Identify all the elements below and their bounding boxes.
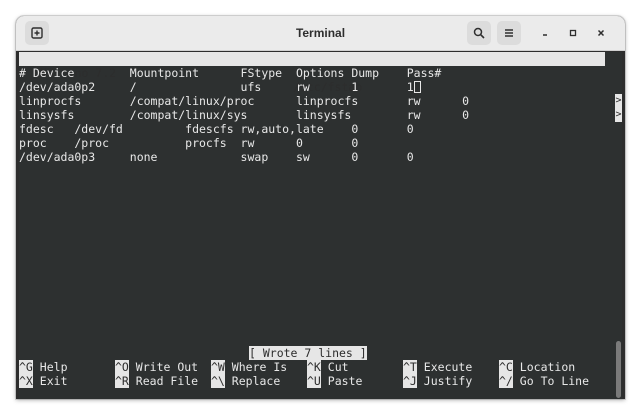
shortcut-label: Help bbox=[39, 360, 68, 374]
window-title: Terminal bbox=[295, 26, 346, 40]
shortcut-label: Where Is bbox=[231, 360, 288, 374]
shortcut-key: ^/ bbox=[499, 374, 513, 388]
shortcut-replace[interactable]: ^\ Replace bbox=[211, 374, 280, 388]
shortcut-cut[interactable]: ^K Cut bbox=[307, 360, 349, 374]
minimize-button[interactable] bbox=[535, 23, 555, 43]
search-button[interactable] bbox=[467, 21, 491, 45]
file-line-text: /dev/ada0p2 / ufs rw 1 1 bbox=[19, 80, 414, 94]
shortcut-label: Location bbox=[519, 360, 576, 374]
text-cursor bbox=[413, 81, 421, 93]
shortcut-execute[interactable]: ^T Execute bbox=[403, 360, 472, 374]
file-line: fdesc /dev/fd fdescfs rw,auto,late 0 0 bbox=[19, 122, 414, 136]
file-line: proc /proc procfs rw 0 0 bbox=[19, 136, 359, 150]
shortcut-label: Execute bbox=[423, 360, 473, 374]
shortcut-key: ^C bbox=[499, 360, 513, 374]
shortcut-key: ^O bbox=[115, 360, 129, 374]
shortcut-location[interactable]: ^C Location bbox=[499, 360, 575, 374]
shortcut-exit[interactable]: ^X Exit bbox=[19, 374, 68, 388]
headerbar: Terminal bbox=[16, 16, 625, 51]
terminal-area[interactable]: GNU nano 7.2 /etc/fstab # Device Mountpo… bbox=[19, 52, 622, 399]
new-tab-button[interactable] bbox=[25, 21, 49, 45]
shortcut-key: ^J bbox=[403, 374, 417, 388]
shortcut-justify[interactable]: ^J Justify bbox=[403, 374, 472, 388]
minimize-icon bbox=[543, 34, 547, 36]
nano-title-bar: GNU nano 7.2 /etc/fstab bbox=[19, 52, 605, 94]
search-icon bbox=[473, 27, 485, 39]
shortcut-go-to-line[interactable]: ^/ Go To Line bbox=[499, 374, 589, 388]
line-continues-marker: > bbox=[615, 94, 622, 108]
shortcut-key: ^\ bbox=[211, 374, 225, 388]
file-line: # Device Mountpoint FStype Options Dump … bbox=[19, 66, 442, 80]
hamburger-menu-icon bbox=[505, 29, 513, 37]
new-tab-icon bbox=[31, 27, 43, 39]
shortcut-help[interactable]: ^G Help bbox=[19, 360, 68, 374]
shortcut-key: ^W bbox=[211, 360, 225, 374]
shortcut-write-out[interactable]: ^O Write Out bbox=[115, 360, 198, 374]
close-button[interactable] bbox=[591, 23, 611, 43]
shortcut-label: Write Out bbox=[135, 360, 199, 374]
shortcut-label: Read File bbox=[135, 374, 199, 388]
file-line: linsysfs /compat/linux/sys linsysfs rw 0 bbox=[19, 108, 470, 122]
file-line: linprocfs /compat/linux/proc linprocfs r… bbox=[19, 94, 470, 108]
shortcut-label: Cut bbox=[327, 360, 349, 374]
line-continues-marker: > bbox=[615, 108, 622, 122]
status-message: [ Wrote 7 lines ] bbox=[249, 346, 367, 360]
shortcut-key: ^G bbox=[19, 360, 33, 374]
shortcut-label: Go To Line bbox=[519, 374, 590, 388]
file-line: /dev/ada0p2 / ufs rw 1 1 bbox=[19, 80, 421, 94]
shortcut-label: Paste bbox=[327, 374, 363, 388]
shortcut-label: Justify bbox=[423, 374, 473, 388]
shortcut-label: Exit bbox=[39, 374, 68, 388]
close-icon bbox=[597, 29, 605, 37]
shortcut-key: ^T bbox=[403, 360, 417, 374]
shortcut-key: ^R bbox=[115, 374, 129, 388]
maximize-icon bbox=[569, 29, 577, 37]
maximize-button[interactable] bbox=[563, 23, 583, 43]
shortcut-read-file[interactable]: ^R Read File bbox=[115, 374, 198, 388]
shortcut-paste[interactable]: ^U Paste bbox=[307, 374, 362, 388]
file-line: /dev/ada0p3 none swap sw 0 0 bbox=[19, 150, 414, 164]
menu-button[interactable] bbox=[497, 21, 521, 45]
shortcut-key: ^X bbox=[19, 374, 33, 388]
shortcut-key: ^K bbox=[307, 360, 321, 374]
shortcut-where-is[interactable]: ^W Where Is bbox=[211, 360, 287, 374]
shortcut-label: Replace bbox=[231, 374, 281, 388]
terminal-window: Terminal GNU nano 7.2 /etc/fstab # Devic… bbox=[16, 16, 625, 399]
scrollbar[interactable] bbox=[616, 341, 621, 398]
shortcut-key: ^U bbox=[307, 374, 321, 388]
